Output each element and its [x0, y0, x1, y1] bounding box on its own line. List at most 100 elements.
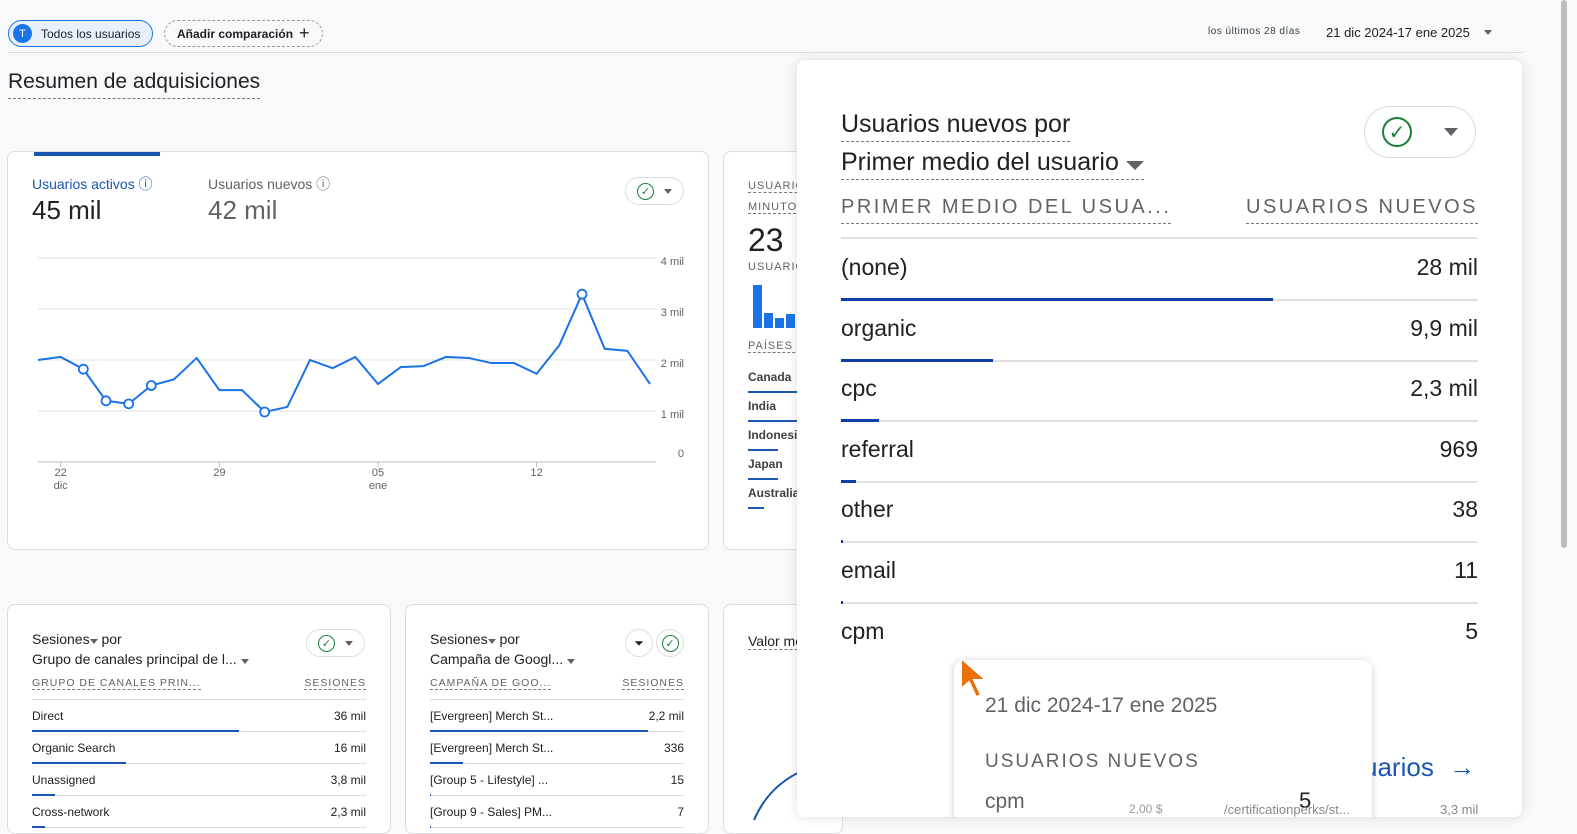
- row-name: email: [841, 557, 896, 583]
- row-bar: [32, 826, 46, 828]
- row-bar: [32, 762, 126, 764]
- active-users-line: [37, 291, 651, 414]
- row-value: 28 mil: [1416, 254, 1478, 280]
- dimension-selector[interactable]: Campaña de Googl...: [430, 651, 575, 667]
- table-row[interactable]: Organic Search 16 mil: [32, 741, 366, 755]
- add-comparison-label: Añadir comparación: [177, 26, 294, 41]
- row-bar: [841, 358, 994, 362]
- table-row[interactable]: Direct 36 mil: [32, 709, 366, 723]
- column-header-dimension: GRUPO DE CANALES PRIN...: [32, 677, 201, 690]
- by-label: por: [101, 631, 122, 647]
- chevron-down-icon: [345, 640, 353, 646]
- divider: [841, 237, 1478, 239]
- table-row[interactable]: cpm 5: [841, 618, 1478, 645]
- y-tick-label: 4 mil: [661, 256, 684, 268]
- x-tick-sublabel: ene: [369, 480, 387, 492]
- table-row[interactable]: email 11: [841, 557, 1478, 584]
- bar: [775, 318, 784, 328]
- data-point: [576, 288, 588, 300]
- row-value: 7: [677, 805, 684, 819]
- dimension-label: Primer medio del usuario: [841, 148, 1119, 176]
- mouse-cursor-icon: [960, 655, 989, 699]
- metric-label: Sesiones: [32, 631, 90, 647]
- row-bar: [841, 419, 880, 423]
- row-bar: [841, 479, 857, 483]
- bar: [786, 314, 795, 328]
- table-row[interactable]: (none) 28 mil: [841, 254, 1478, 281]
- filter-button[interactable]: ⏷: [625, 629, 653, 657]
- plus-icon: +: [299, 23, 310, 43]
- table-row[interactable]: cpc 2,3 mil: [841, 375, 1478, 402]
- compare-button[interactable]: ✓: [656, 629, 684, 657]
- row-value: 38: [1452, 496, 1478, 523]
- x-tick-label: 05: [372, 467, 384, 479]
- check-icon: ✓: [661, 634, 679, 652]
- country-item: Japan: [748, 457, 783, 471]
- country-item: Canada: [748, 370, 792, 384]
- tooltip-row-name: cpm: [985, 790, 1025, 813]
- column-header-medium: PRIMER MEDIO DEL USUA...: [841, 196, 1172, 224]
- row-value: 9,9 mil: [1410, 314, 1478, 341]
- row-bar: [32, 730, 240, 732]
- y-tick-label: 0: [678, 448, 684, 460]
- column-header-sessions[interactable]: SESIONES: [622, 677, 684, 690]
- row-name: other: [841, 496, 894, 523]
- metric-label: Sesiones: [430, 631, 488, 647]
- column-header-new-users[interactable]: USUARIOS NUEVOS: [1246, 196, 1478, 224]
- row-name: cpm: [841, 617, 885, 644]
- row-track: [841, 480, 1478, 483]
- row-name: [Evergreen] Merch St...: [430, 709, 554, 723]
- x-tick-label: 12: [531, 467, 543, 479]
- row-bar: [430, 794, 432, 796]
- metric-selector[interactable]: Sesiones por: [430, 631, 520, 647]
- country-item: Indonesia: [748, 428, 805, 442]
- check-icon: ✓: [1382, 117, 1412, 147]
- column-header-sessions[interactable]: SESIONES: [304, 677, 366, 690]
- chevron-down-icon: [1125, 161, 1144, 170]
- row-name: [Group 9 - Sales] PM...: [430, 805, 553, 819]
- row-name: [Evergreen] Merch St...: [430, 741, 554, 755]
- row-value: 11: [1454, 557, 1478, 583]
- data-point: [259, 406, 271, 418]
- row-value: 336: [663, 741, 684, 755]
- table-row[interactable]: Cross-network 2,3 mil: [32, 805, 366, 819]
- row-name: cpc: [841, 375, 877, 402]
- row-track: [430, 795, 684, 796]
- filter-icon: ⏷: [634, 635, 644, 650]
- row-name: Direct: [32, 709, 64, 723]
- dimension-selector[interactable]: Primer medio del usuario: [841, 148, 1144, 180]
- table-row[interactable]: [Group 9 - Sales] PM... 7: [430, 805, 684, 819]
- table-row[interactable]: other 38: [841, 496, 1478, 523]
- tooltip-metric: USUARIOS NUEVOS: [985, 751, 1200, 772]
- bar: [753, 285, 762, 328]
- y-tick-label: 1 mil: [661, 409, 684, 421]
- table-row[interactable]: Unassigned 3,8 mil: [32, 773, 366, 787]
- range-label: los últimos 28 días: [1208, 26, 1301, 37]
- table-row[interactable]: [Evergreen] Merch St... 336: [430, 741, 684, 755]
- row-value: 5: [1465, 617, 1478, 644]
- scrollbar[interactable]: [1561, 0, 1567, 548]
- table-row[interactable]: [Group 5 - Lifestyle] ... 15: [430, 773, 684, 787]
- add-comparison-button[interactable]: Añadir comparación +: [164, 20, 323, 47]
- magnified-new-users-card: Usuarios nuevos por Primer medio del usu…: [797, 60, 1522, 817]
- y-tick-label: 3 mil: [661, 307, 684, 319]
- row-bar: [430, 826, 431, 828]
- line-chart: 0 1 mil 2 mil 3 mil 4 mil 22dic 29 05ene 12: [37, 256, 684, 492]
- row-value: 2,3 mil: [1410, 375, 1478, 402]
- segment-chip-all-users[interactable]: T Todos los usuarios: [8, 20, 154, 47]
- table-row[interactable]: referral 969: [841, 436, 1478, 463]
- metric-selector[interactable]: Sesiones por: [32, 631, 122, 647]
- row-value: 15: [670, 773, 684, 787]
- table-row[interactable]: [Evergreen] Merch St... 2,2 mil: [430, 709, 684, 723]
- view-users-link[interactable]: uarios →: [1363, 752, 1475, 783]
- country-item: Australia: [748, 486, 800, 500]
- compare-menu-button[interactable]: ✓: [1364, 106, 1476, 158]
- table-row[interactable]: organic 9,9 mil: [841, 315, 1478, 342]
- compare-menu-button[interactable]: ✓: [306, 629, 365, 657]
- row-track: [430, 763, 684, 764]
- date-range-picker[interactable]: 21 dic 2024-17 ene 2025: [1326, 25, 1492, 40]
- dimension-selector[interactable]: Grupo de canales principal de l...: [32, 651, 249, 667]
- row-bar: [841, 540, 843, 544]
- sessions-by-campaign-card: Sesiones por Campaña de Googl... CAMPAÑA…: [405, 604, 709, 834]
- bar: [764, 313, 773, 328]
